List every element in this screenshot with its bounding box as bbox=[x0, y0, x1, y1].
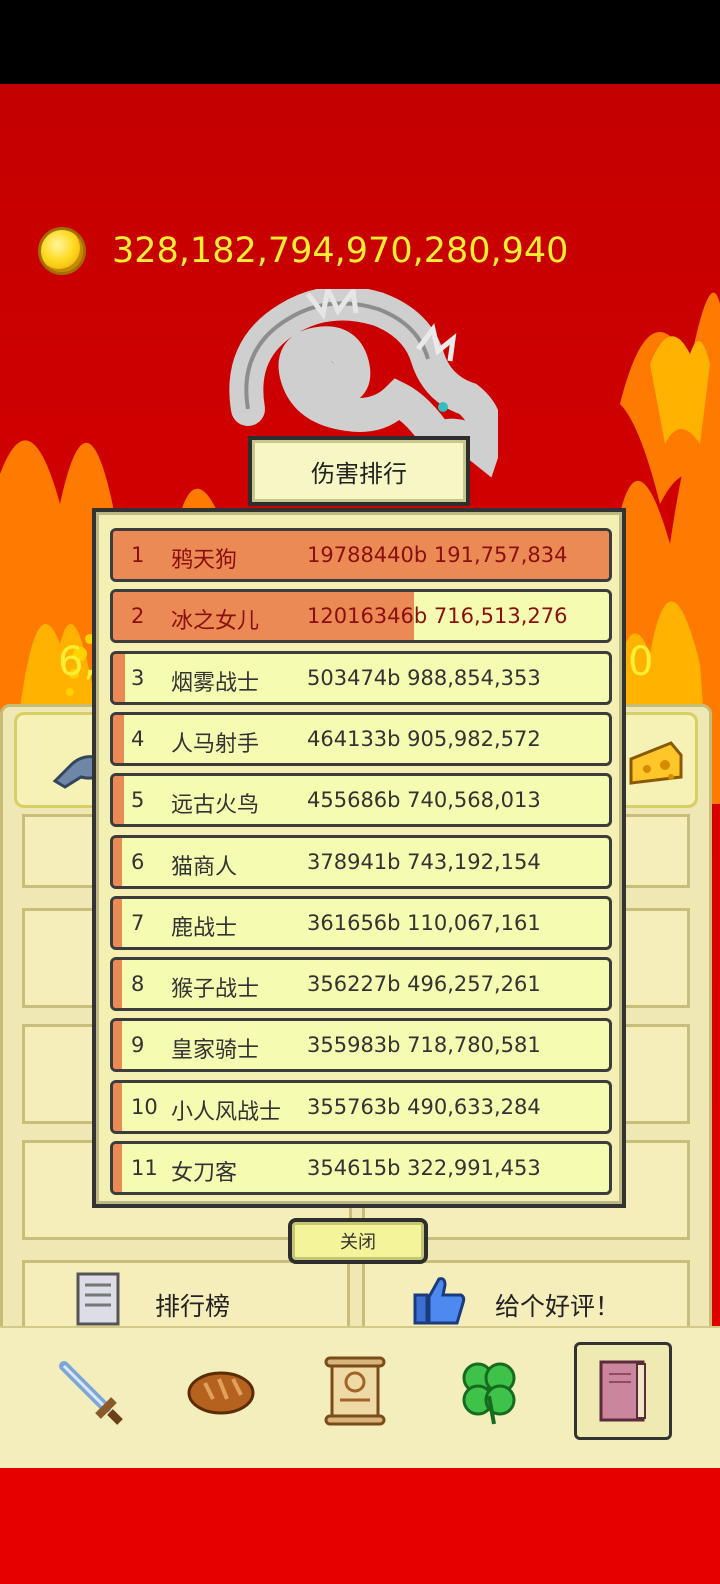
rank-number: 5 bbox=[131, 788, 145, 813]
rate-label: 给个好评！ bbox=[495, 1292, 621, 1321]
ranking-row: 1 鸦天狗 19788440b 191,757,834 bbox=[110, 528, 612, 582]
rank-number: 9 bbox=[131, 1033, 145, 1058]
damage-bar bbox=[113, 714, 125, 763]
cheese-icon bbox=[629, 741, 683, 785]
hero-name: 小人风战士 bbox=[171, 1099, 282, 1125]
ranking-row: 4 人马射手 464133b 905,982,572 bbox=[110, 711, 612, 766]
rank-number: 8 bbox=[131, 972, 145, 997]
hero-name: 女刀客 bbox=[171, 1161, 238, 1186]
damage-value: 464133b 905,982,572 bbox=[307, 726, 541, 751]
ranking-row: 8 猴子战士 356227b 496,257,261 bbox=[110, 957, 612, 1012]
ranking-row: 5 远古火鸟 455686b 740,568,013 bbox=[110, 773, 612, 828]
damage-bar bbox=[113, 898, 122, 947]
coin-counter: 328,182,794,970,280,940 bbox=[38, 224, 568, 278]
nav-scroll[interactable] bbox=[306, 1342, 404, 1440]
sword-icon bbox=[59, 1361, 123, 1425]
hero-name: 鹿战士 bbox=[171, 915, 238, 941]
damage-bar bbox=[113, 960, 122, 1009]
partial-value-right: 0 bbox=[628, 639, 654, 685]
damage-value: 356227b 496,257,261 bbox=[307, 972, 541, 997]
damage-ranking-modal: 1 鸦天狗 19788440b 191,757,834 2 冰之女儿 12016346b … bbox=[92, 508, 626, 1208]
ranking-row: 2 冰之女儿 12016346b 716,513,276 bbox=[110, 589, 612, 644]
scroll-icon bbox=[324, 1356, 386, 1426]
hero-name: 鸦天狗 bbox=[171, 548, 238, 573]
close-button[interactable]: 关闭 bbox=[288, 1218, 428, 1264]
rank-number: 11 bbox=[131, 1156, 158, 1180]
nav-sword[interactable] bbox=[40, 1342, 138, 1440]
rank-number: 6 bbox=[131, 849, 145, 874]
damage-value: 12016346b 716,513,276 bbox=[307, 604, 568, 629]
damage-value: 361656b 110,067,161 bbox=[307, 910, 541, 935]
hero-name: 猫商人 bbox=[171, 854, 238, 880]
leaderboard-label: 排行榜 bbox=[155, 1292, 231, 1321]
rank-number: 10 bbox=[131, 1094, 158, 1119]
document-icon bbox=[76, 1272, 120, 1326]
rank-number: 2 bbox=[131, 604, 145, 629]
rank-number: 7 bbox=[131, 910, 145, 935]
nav-food[interactable] bbox=[172, 1342, 270, 1440]
gold-coin-icon bbox=[38, 227, 86, 275]
clover-icon bbox=[462, 1362, 516, 1425]
rank-number: 4 bbox=[131, 726, 145, 751]
damage-value: 355763b 490,633,284 bbox=[307, 1094, 541, 1119]
ranking-row: 3 烟雾战士 503474b 988,854,353 bbox=[110, 650, 612, 705]
damage-value: 455686b 740,568,013 bbox=[307, 788, 541, 813]
damage-bar bbox=[113, 1021, 122, 1070]
hero-name: 烟雾战士 bbox=[171, 670, 260, 696]
damage-bar bbox=[113, 776, 125, 825]
modal-title-plate: 伤害排行 bbox=[248, 436, 470, 506]
ranking-row: 9 皇家骑士 355983b 718,780,581 bbox=[110, 1018, 612, 1073]
hero-name: 猴子战士 bbox=[171, 977, 260, 1003]
status-bar bbox=[0, 0, 720, 84]
bottom-red-bar bbox=[0, 1468, 720, 1584]
damage-bar bbox=[113, 837, 123, 886]
book-icon bbox=[599, 1360, 646, 1422]
damage-value: 19788440b 191,757,834 bbox=[307, 543, 568, 567]
ranking-row: 11 女刀客 354615b 322,991,453 bbox=[110, 1141, 612, 1195]
hero-name: 人马射手 bbox=[171, 731, 260, 757]
partial-value-left: 6, bbox=[58, 639, 97, 685]
ranking-row: 10 小人风战士 355763b 490,633,284 bbox=[110, 1079, 612, 1134]
damage-bar bbox=[113, 1144, 122, 1192]
bottom-nav bbox=[0, 1326, 720, 1468]
nav-book[interactable] bbox=[574, 1342, 672, 1440]
rank-number: 1 bbox=[131, 543, 145, 567]
damage-value: 378941b 743,192,154 bbox=[307, 849, 541, 874]
coin-amount: 328,182,794,970,280,940 bbox=[112, 231, 569, 271]
damage-bar bbox=[113, 1082, 122, 1131]
damage-value: 503474b 988,854,353 bbox=[307, 665, 541, 690]
hero-name: 冰之女儿 bbox=[171, 609, 260, 635]
rank-number: 3 bbox=[131, 665, 145, 690]
modal-title: 伤害排行 bbox=[311, 459, 407, 488]
damage-value: 355983b 718,780,581 bbox=[307, 1033, 541, 1058]
bread-icon bbox=[187, 1371, 255, 1415]
ranking-row: 7 鹿战士 361656b 110,067,161 bbox=[110, 895, 612, 950]
thumbs-up-icon bbox=[413, 1277, 466, 1325]
hero-name: 远古火鸟 bbox=[171, 793, 260, 819]
damage-value: 354615b 322,991,453 bbox=[307, 1156, 541, 1180]
nav-clover[interactable] bbox=[440, 1342, 538, 1440]
hero-name: 皇家骑士 bbox=[171, 1038, 260, 1064]
ranking-row: 6 猫商人 378941b 743,192,154 bbox=[110, 834, 612, 889]
damage-bar bbox=[113, 653, 126, 702]
